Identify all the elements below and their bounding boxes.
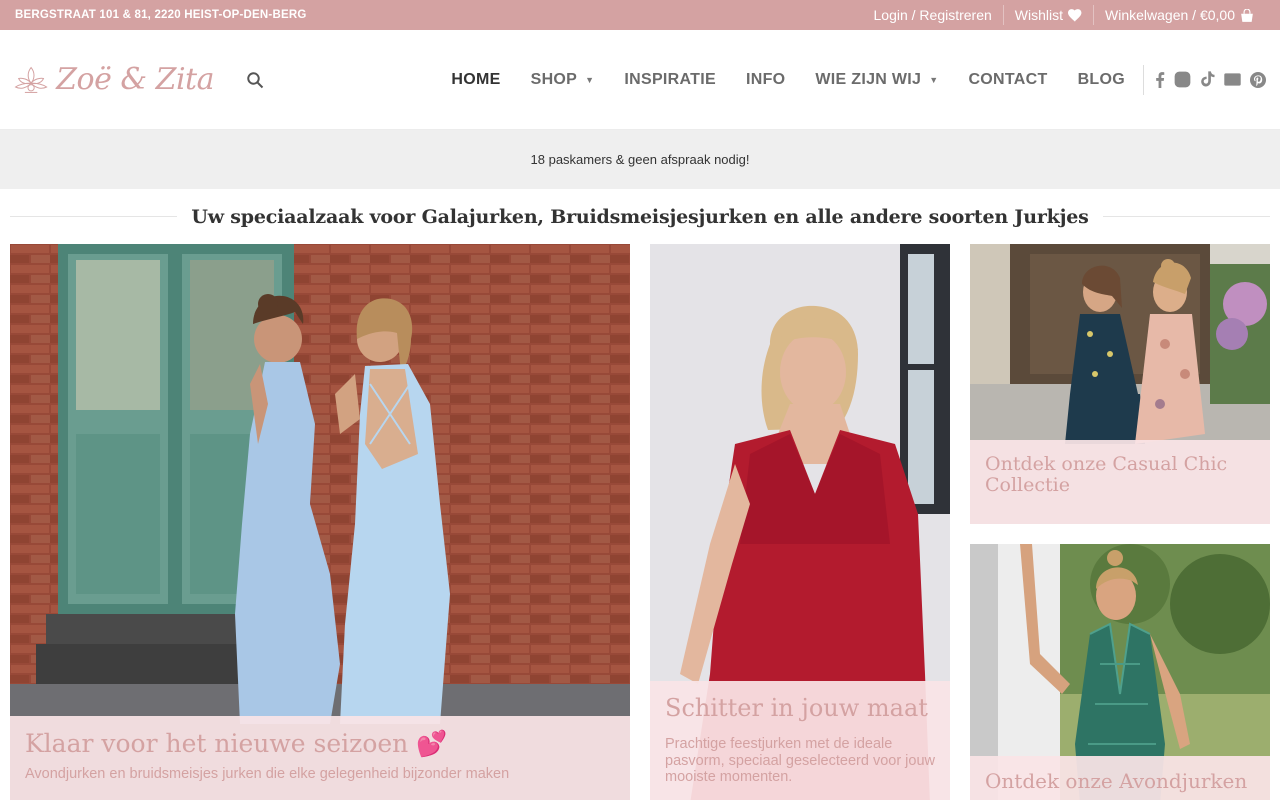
facebook-icon[interactable] <box>1155 71 1165 88</box>
nav-label: INFO <box>745 70 786 88</box>
wishlist-label: Wishlist <box>1014 7 1064 23</box>
search-button[interactable] <box>246 71 264 89</box>
banner-shine-in-your-size[interactable]: Schitter in jouw maat Prachtige feestjur… <box>650 244 950 800</box>
divider <box>10 216 178 217</box>
banner-subtitle: Avondjurken en bruidsmeisjes jurken die … <box>25 766 510 782</box>
banner-new-season[interactable]: Klaar voor het nieuwe seizoen 💕 Avondjur… <box>10 244 630 800</box>
nav-home[interactable]: HOME <box>436 71 515 89</box>
mail-icon[interactable] <box>1224 73 1241 86</box>
wishlist-link[interactable]: Wishlist <box>1004 7 1093 23</box>
logo-text: Zoë & Zita <box>56 62 214 97</box>
banner-title: Schitter in jouw maat <box>665 694 928 722</box>
banner-caption: Ontdek onze Casual Chic Collectie <box>970 440 1270 524</box>
nav-label: CONTACT <box>968 70 1048 88</box>
shopping-bag-icon <box>1241 8 1253 22</box>
pinterest-icon[interactable] <box>1250 71 1266 88</box>
main-header: Zoë & Zita HOME SHOP ▼ INSPIRATIE INFO WI… <box>0 30 1280 130</box>
banner-caption: Klaar voor het nieuwe seizoen 💕 Avondjur… <box>10 716 630 800</box>
page-title: Uw speciaalzaak voor Galajurken, Bruidsm… <box>191 205 1089 228</box>
banner-casual-chic[interactable]: Ontdek onze Casual Chic Collectie <box>970 244 1270 524</box>
divider <box>1143 64 1144 95</box>
nav-contact[interactable]: CONTACT <box>953 71 1062 89</box>
search-icon <box>247 71 264 88</box>
nav-label: HOME <box>451 70 501 88</box>
banner-evening-dresses[interactable]: Ontdek onze Avondjurken <box>970 544 1270 800</box>
nav-wie-zijn-wij[interactable]: WIE ZIJN WIJ ▼ <box>800 71 953 89</box>
tiktok-icon[interactable] <box>1200 71 1215 88</box>
lotus-logo-icon <box>14 66 48 93</box>
login-link[interactable]: Login / Registreren <box>863 7 1003 23</box>
top-bar: BERGSTRAAT 101 & 81, 2220 HEIST-OP-DEN-B… <box>0 0 1280 30</box>
main-nav: HOME SHOP ▼ INSPIRATIE INFO WIE ZIJN WIJ ▼… <box>436 64 1266 95</box>
banner-title: Klaar voor het nieuwe seizoen 💕 <box>25 729 448 758</box>
announcement-text: 18 paskamers & geen afspraak nodig! <box>530 152 750 167</box>
banner-title: Ontdek onze Avondjurken <box>985 769 1248 793</box>
nav-info[interactable]: INFO <box>731 71 800 89</box>
store-address: BERGSTRAAT 101 & 81, 2220 HEIST-OP-DEN-B… <box>15 9 307 21</box>
nav-label: INSPIRATIE <box>624 70 716 88</box>
social-links <box>1155 71 1266 88</box>
nav-label: BLOG <box>1077 70 1125 88</box>
nav-shop[interactable]: SHOP ▼ <box>516 71 610 89</box>
instagram-icon[interactable] <box>1174 71 1191 88</box>
cart-link[interactable]: Winkelwagen / €0,00 <box>1094 7 1265 23</box>
nav-blog[interactable]: BLOG <box>1063 71 1140 89</box>
announcement-bar: 18 paskamers & geen afspraak nodig! <box>0 130 1280 189</box>
banner-title: Ontdek onze Casual Chic Collectie <box>985 453 1228 497</box>
nav-inspiratie[interactable]: INSPIRATIE <box>609 71 731 89</box>
chevron-down-icon: ▼ <box>585 74 595 85</box>
chevron-down-icon: ▼ <box>929 74 939 85</box>
logo[interactable]: Zoë & Zita <box>14 58 214 102</box>
section-heading: Uw speciaalzaak voor Galajurken, Bruidsm… <box>0 189 1280 244</box>
account-links: Login / Registreren Wishlist Winkelwagen… <box>863 5 1266 25</box>
heart-icon <box>1068 8 1082 22</box>
banner-subtitle: Prachtige feestjurken met de ideale pasv… <box>665 735 935 786</box>
banner-grid: Klaar voor het nieuwe seizoen 💕 Avondjur… <box>0 244 1280 800</box>
banner-caption: Schitter in jouw maat Prachtige feestjur… <box>650 681 950 800</box>
nav-label: SHOP <box>530 70 578 88</box>
divider <box>1102 216 1271 217</box>
cart-label: Winkelwagen / €0,00 <box>1105 7 1235 23</box>
nav-label: WIE ZIJN WIJ <box>815 70 922 88</box>
login-label: Login / Registreren <box>873 7 992 23</box>
banner-caption: Ontdek onze Avondjurken <box>970 756 1270 800</box>
